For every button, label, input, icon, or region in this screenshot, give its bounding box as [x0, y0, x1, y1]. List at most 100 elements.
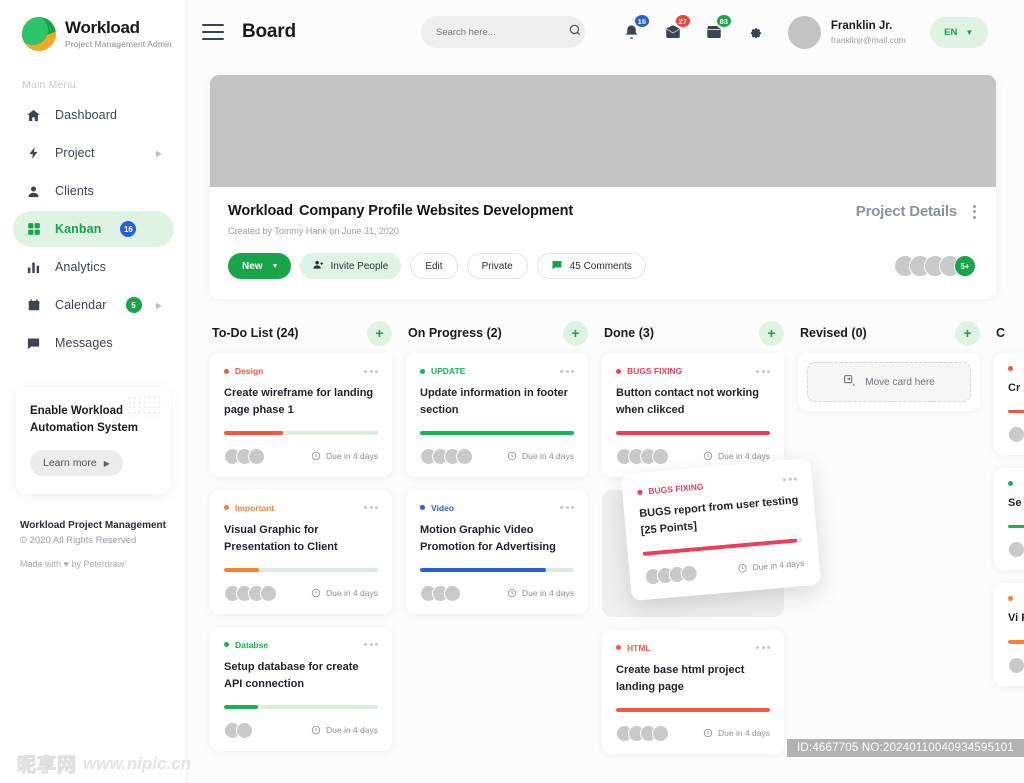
kanban-card[interactable]: HTML Create base html project landing pa…	[602, 629, 784, 754]
kanban-card[interactable]: UPDATE Update information in footer sect…	[406, 353, 588, 477]
kanban-card[interactable]: Se co	[994, 468, 1024, 571]
plus-icon[interactable]: +	[367, 320, 392, 346]
card-title: Se co	[1008, 497, 1024, 510]
dots-decoration	[127, 395, 163, 417]
kanban-card[interactable]: BUGS FIXING Button contact not working w…	[602, 353, 784, 477]
search-icon[interactable]	[568, 23, 582, 42]
bell-icon[interactable]: 16	[621, 13, 651, 43]
plus-icon[interactable]: +	[759, 320, 784, 346]
mail-icon[interactable]: 27	[662, 13, 692, 43]
learn-more-button[interactable]: Learn more ▶	[30, 450, 123, 477]
column-title: C	[996, 326, 1006, 340]
column-title: To-Do List (24)	[212, 326, 299, 340]
new-label: New	[242, 260, 263, 272]
sidebar-nav: Dashboard Project ▶ Clients Kanban 16 An…	[0, 97, 187, 361]
sidebar-item-project[interactable]: Project ▶	[13, 135, 174, 171]
card-tag	[1008, 596, 1013, 602]
card-tag-label: UPDATE	[431, 366, 466, 376]
card-due: Due in 4 days	[507, 451, 574, 461]
card-title: Visual Graphic for Presentation to Clien…	[224, 523, 338, 553]
hamburger-icon[interactable]	[202, 24, 224, 40]
kanban-column-todo: To-Do List (24) + Design Create wirefram…	[210, 313, 406, 767]
card-tag-label: Design	[235, 366, 264, 376]
comment-icon	[551, 259, 563, 274]
sidebar-item-calendar[interactable]: Calendar 5 ▶	[13, 287, 174, 323]
card-title: Setup database for create API connection	[224, 660, 359, 690]
kebab-horizontal-icon[interactable]	[364, 506, 378, 510]
kanban-card[interactable]: Vi Pr	[994, 583, 1024, 686]
card-title: Create wireframe for landing page phase …	[224, 387, 374, 416]
card-due-label: Due in 4 days	[718, 728, 770, 739]
progress-bar	[1008, 640, 1024, 644]
sidebar-item-kanban[interactable]: Kanban 16	[13, 211, 174, 247]
avatar	[787, 15, 821, 49]
kanban-card-dragging[interactable]: BUGS FIXING BUGS report from user testin…	[620, 457, 822, 601]
invite-people-button[interactable]: Invite People	[299, 253, 402, 279]
new-button[interactable]: New ▼	[228, 253, 291, 279]
avatar-more-count[interactable]: 5+	[954, 255, 976, 277]
user-profile[interactable]: Franklin Jr. franklinjr@mail.com	[787, 15, 906, 49]
kanban-card[interactable]: Design Create wireframe for landing page…	[210, 353, 392, 477]
card-due: Due in 4 days	[703, 451, 770, 461]
dropzone-wrapper: Move card here	[798, 353, 980, 411]
sidebar-item-clients[interactable]: Clients	[13, 173, 174, 209]
sidebar-item-dashboard[interactable]: Dashboard	[13, 97, 174, 133]
kebab-horizontal-icon[interactable]	[560, 506, 574, 510]
card-title: Vi Pr	[1008, 612, 1024, 625]
progress-bar	[616, 708, 770, 712]
card-avatars	[616, 447, 669, 465]
kanban-card[interactable]: Cr po	[994, 353, 1024, 456]
card-due: Due in 4 days	[507, 588, 574, 598]
kebab-horizontal-icon[interactable]	[756, 369, 770, 373]
brand[interactable]: Workload Project Management Admin	[0, 0, 187, 51]
user-email: franklinjr@mail.com	[830, 34, 906, 45]
plus-icon[interactable]: +	[563, 320, 588, 346]
kebab-horizontal-icon[interactable]	[756, 646, 770, 650]
card-drop-placeholder: BUGS FIXING BUGS report from user testin…	[602, 457, 822, 617]
learn-more-label: Learn more	[43, 457, 97, 470]
user-icon	[25, 183, 42, 200]
kanban-card[interactable]: Video Motion Graphic Video Promotion for…	[406, 489, 588, 614]
kebab-horizontal-icon[interactable]	[364, 643, 378, 647]
calendar-icon	[25, 297, 42, 314]
search-box[interactable]	[420, 16, 585, 48]
card-due-label: Due in 4 days	[326, 451, 378, 462]
card-due-label: Due in 4 days	[326, 725, 378, 736]
sidebar-item-label: Kanban	[55, 222, 102, 236]
plus-icon[interactable]: +	[955, 320, 980, 346]
private-button[interactable]: Private	[466, 253, 528, 279]
sidebar-item-label: Calendar	[55, 298, 107, 312]
workload-logo-icon	[22, 17, 56, 51]
card-avatars	[644, 564, 699, 586]
search-input[interactable]	[435, 26, 568, 38]
card-tag: Video	[420, 503, 454, 513]
progress-bar	[1008, 524, 1024, 529]
project-title-brand: Workload	[228, 203, 293, 219]
language-selector[interactable]: EN ▼	[929, 16, 988, 48]
move-card-dropzone[interactable]: Move card here	[807, 362, 971, 402]
kebab-vertical-icon[interactable]	[973, 204, 976, 219]
gear-icon[interactable]	[744, 21, 766, 43]
card-tag-label: BUGS FIXING	[647, 481, 704, 497]
bell-badge: 16	[632, 13, 651, 29]
kebab-horizontal-icon[interactable]	[782, 476, 797, 481]
comments-button[interactable]: 45 Comments	[536, 253, 646, 279]
project-actions: New ▼ Invite People Edit Private 45 Comm…	[228, 253, 976, 279]
kebab-horizontal-icon[interactable]	[560, 369, 574, 373]
inbox-icon[interactable]: 83	[703, 13, 733, 43]
edit-button[interactable]: Edit	[410, 253, 458, 279]
kanban-card[interactable]: Important Visual Graphic for Presentatio…	[210, 489, 392, 614]
kebab-horizontal-icon[interactable]	[364, 369, 378, 373]
card-due-label: Due in 4 days	[326, 588, 378, 599]
sidebar-item-analytics[interactable]: Analytics	[13, 249, 174, 285]
invite-label: Invite People	[330, 260, 389, 272]
card-tag-label: BUGS FIXING	[627, 366, 683, 376]
move-card-icon	[843, 374, 856, 390]
kanban-card[interactable]: Databse Setup database for create API co…	[210, 626, 392, 751]
card-tag-label: Important	[235, 502, 275, 513]
sidebar-item-messages[interactable]: Messages	[13, 325, 174, 361]
card-avatars	[1008, 656, 1024, 674]
card-tag: Design	[224, 366, 263, 376]
card-tag	[1008, 366, 1013, 371]
chevron-down-icon: ▼	[965, 27, 974, 37]
